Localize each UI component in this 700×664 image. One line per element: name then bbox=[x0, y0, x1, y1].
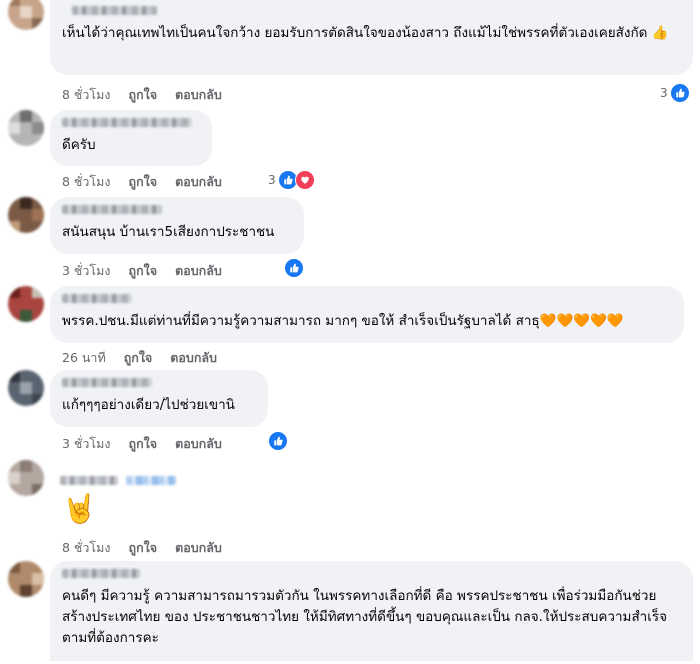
like-button[interactable]: ถูกใจ bbox=[129, 261, 158, 281]
timestamp[interactable]: 3 ชั่วโมง bbox=[62, 434, 111, 454]
comment-actions: 26 นาที ถูกใจ ตอบกลับ bbox=[62, 348, 217, 368]
avatar[interactable] bbox=[8, 197, 44, 233]
like-icon bbox=[268, 431, 288, 451]
author-badge-blur bbox=[126, 476, 176, 485]
avatar[interactable] bbox=[8, 561, 44, 597]
like-button[interactable]: ถูกใจ bbox=[124, 348, 153, 368]
reply-button[interactable]: ตอบกลับ bbox=[175, 172, 222, 192]
love-icon bbox=[294, 170, 315, 190]
reaction-count: 3 bbox=[660, 86, 668, 100]
comment-bubble: สนันสนุน บ้านเรา5เสียงกาประชาชน bbox=[50, 197, 304, 254]
avatar[interactable] bbox=[8, 0, 44, 30]
author-name[interactable] bbox=[62, 569, 140, 578]
author-name-blur bbox=[60, 476, 118, 485]
reaction-summary[interactable] bbox=[266, 431, 288, 451]
author-name[interactable] bbox=[72, 6, 157, 15]
comment-text: แก้ๆๆๆอย่างเดียว/ไปช่วยเขานิ bbox=[62, 397, 235, 413]
comment-bubble: แก้ๆๆๆอย่างเดียว/ไปช่วยเขานิ bbox=[50, 370, 268, 427]
reply-button[interactable]: ตอบกลับ bbox=[175, 434, 222, 454]
comment-text: 🤘 bbox=[62, 492, 97, 525]
like-button[interactable]: ถูกใจ bbox=[129, 538, 158, 558]
timestamp[interactable]: 8 ชั่วโมง bbox=[62, 85, 111, 105]
like-button[interactable]: ถูกใจ bbox=[129, 434, 158, 454]
comment-text: สนันสนุน บ้านเรา5เสียงกาประชาชน bbox=[62, 224, 275, 240]
reply-button[interactable]: ตอบกลับ bbox=[175, 538, 222, 558]
timestamp[interactable]: 8 ชั่วโมง bbox=[62, 538, 111, 558]
avatar[interactable] bbox=[8, 110, 44, 146]
author-name[interactable] bbox=[62, 378, 152, 387]
like-icon bbox=[669, 83, 690, 103]
comment-text: คนดีๆ มีความรู้ ความสามารถมารวมตัวกัน ใน… bbox=[62, 588, 668, 646]
timestamp[interactable]: 8 ชั่วโมง bbox=[62, 172, 111, 192]
reaction-summary[interactable] bbox=[282, 258, 304, 278]
reply-button[interactable]: ตอบกลับ bbox=[175, 85, 222, 105]
comment-text: พรรค.ปชน.มีแต่ท่านที่มีความรู้ความสามารถ… bbox=[62, 313, 624, 329]
comment-actions: 8 ชั่วโมง ถูกใจ ตอบกลับ bbox=[62, 538, 222, 558]
comment-bubble: คนดีๆ มีความรู้ ความสามารถมารวมตัวกัน ใน… bbox=[50, 561, 693, 661]
comment-actions: 3 ชั่วโมง ถูกใจ ตอบกลับ bbox=[62, 261, 222, 281]
reply-button[interactable]: ตอบกลับ bbox=[170, 348, 217, 368]
comment-actions: 3 ชั่วโมง ถูกใจ ตอบกลับ bbox=[62, 434, 222, 454]
reply-button[interactable]: ตอบกลับ bbox=[175, 261, 222, 281]
avatar[interactable] bbox=[8, 460, 44, 496]
comment-actions: 8 ชั่วโมง ถูกใจ ตอบกลับ bbox=[62, 172, 222, 192]
timestamp[interactable]: 26 นาที bbox=[62, 348, 106, 368]
reaction-count: 3 bbox=[268, 173, 276, 187]
avatar[interactable] bbox=[8, 286, 44, 322]
reaction-summary[interactable]: 3 bbox=[268, 170, 315, 190]
author-name[interactable] bbox=[62, 118, 192, 127]
comment-bubble: ดีครับ bbox=[50, 110, 212, 166]
avatar[interactable] bbox=[8, 370, 44, 406]
comment-text: ดีครับ bbox=[62, 137, 96, 153]
author-name[interactable] bbox=[62, 294, 132, 303]
comment-bubble: เห็นได้ว่าคุณเทพไทเป็นคนใจกว้าง ยอมรับกา… bbox=[50, 0, 693, 75]
like-button[interactable]: ถูกใจ bbox=[129, 85, 158, 105]
comment-text: เห็นได้ว่าคุณเทพไทเป็นคนใจกว้าง ยอมรับกา… bbox=[62, 25, 669, 41]
like-icon bbox=[284, 258, 304, 278]
like-button[interactable]: ถูกใจ bbox=[129, 172, 158, 192]
timestamp[interactable]: 3 ชั่วโมง bbox=[62, 261, 111, 281]
comment-actions: 8 ชั่วโมง ถูกใจ ตอบกลับ bbox=[62, 85, 222, 105]
author-name[interactable] bbox=[60, 476, 176, 485]
reaction-summary[interactable]: 3 bbox=[660, 83, 690, 103]
comment-bubble: พรรค.ปชน.มีแต่ท่านที่มีความรู้ความสามารถ… bbox=[50, 286, 684, 343]
author-name[interactable] bbox=[62, 205, 162, 214]
